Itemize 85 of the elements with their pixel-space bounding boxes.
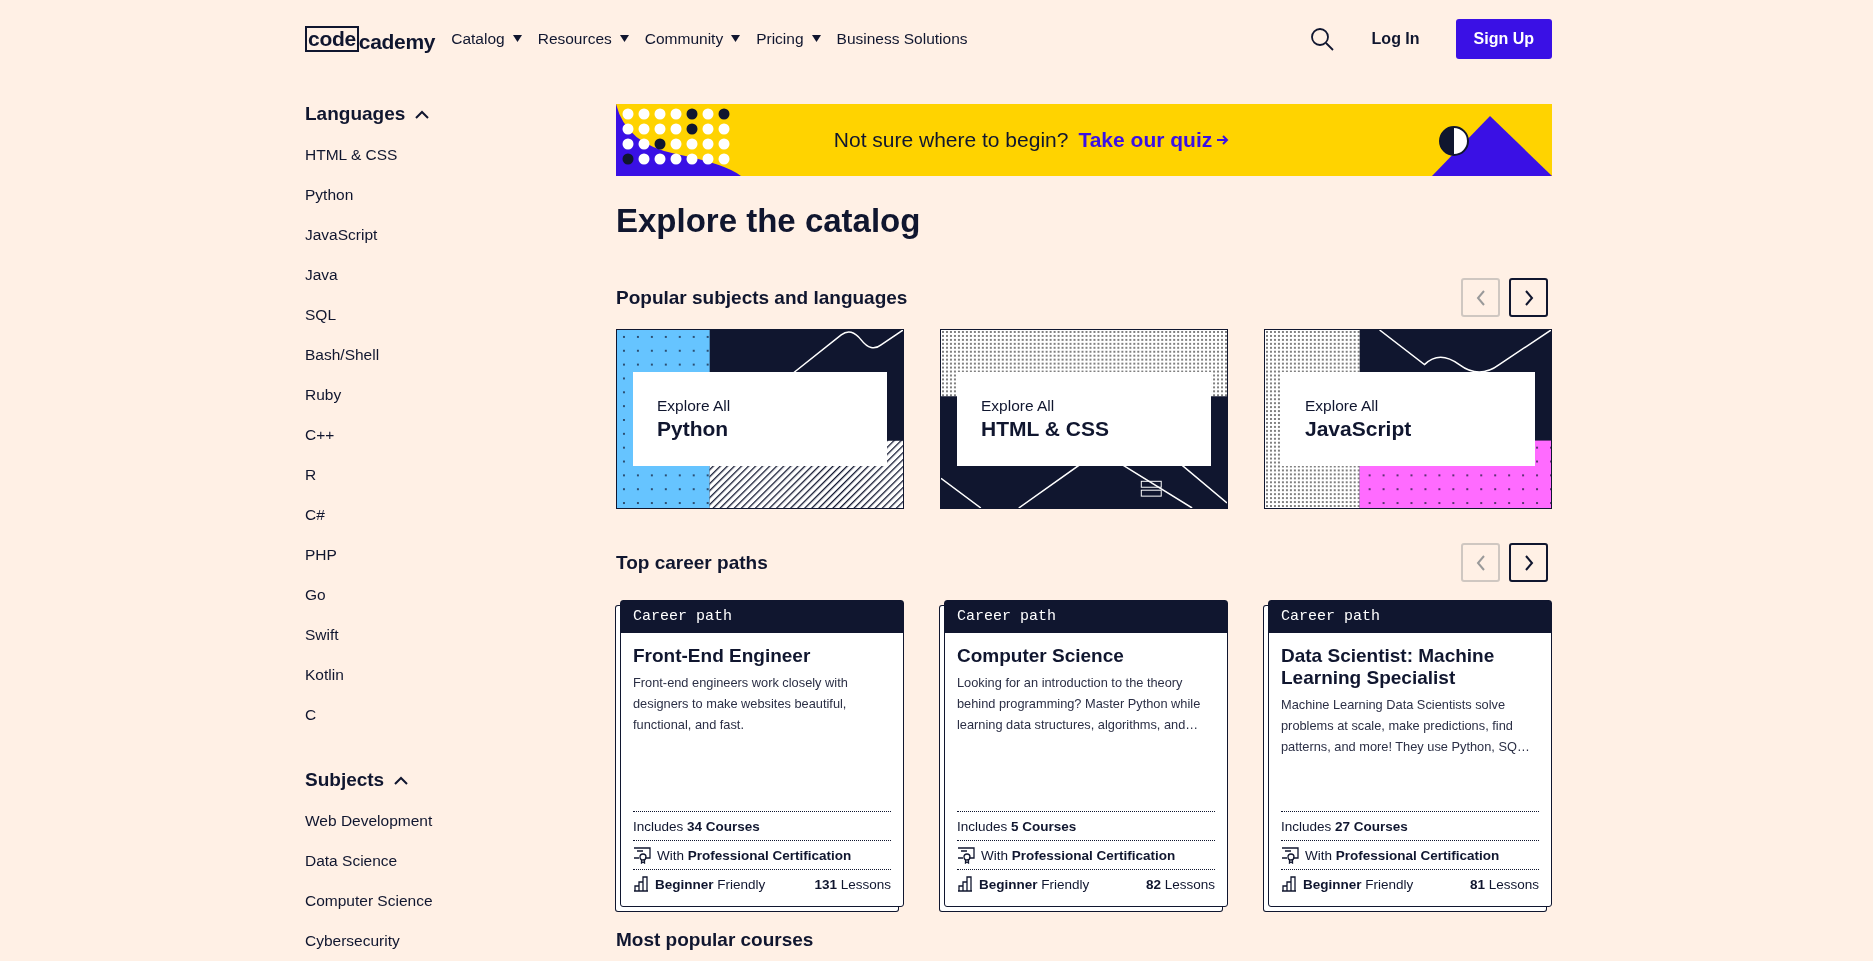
difficulty-text: Beginner Friendly: [655, 876, 766, 892]
signup-button[interactable]: Sign Up: [1455, 18, 1552, 59]
chevron-right-icon: [1523, 289, 1534, 306]
card-title: Python: [657, 417, 730, 441]
subject-card[interactable]: Explore All HTML & CSS: [940, 329, 1228, 509]
card-label: Career path: [1269, 601, 1551, 633]
sidebar-link[interactable]: R: [305, 455, 616, 495]
certification-text: With Professional Certification: [981, 847, 1176, 863]
lesson-count: 81 Lessons: [1469, 876, 1539, 892]
sidebar-link[interactable]: C: [305, 695, 616, 735]
card-description: Machine Learning Data Scientists solve problems at scale, make predictions, find patterns, and more! They use Python, SQ…: [1281, 696, 1531, 756]
chevron-icon[interactable]: [415, 109, 430, 119]
sidebar-link[interactable]: Go: [305, 575, 616, 615]
chevron-right-icon: [1523, 554, 1534, 571]
caret-icon: [811, 35, 821, 42]
certification-text: With Professional Certification: [1305, 847, 1500, 863]
quiz-link[interactable]: Take our quiz: [1078, 128, 1230, 152]
sidebar-link[interactable]: PHP: [305, 535, 616, 575]
caret-icon: [619, 35, 629, 42]
difficulty-text: Beginner Friendly: [979, 876, 1090, 892]
card-kicker: Explore All: [657, 397, 732, 415]
chevron-icon[interactable]: [394, 775, 409, 785]
chevron-left-icon: [1475, 289, 1486, 306]
card-title: Front-End Engineer: [633, 645, 812, 667]
sidebar-link[interactable]: Python: [305, 175, 616, 215]
lesson-count: 131 Lessons: [814, 876, 891, 892]
card-title: HTML & CSS: [981, 417, 1110, 441]
course-count: Includes 34 Courses: [633, 818, 760, 834]
sidebar-heading[interactable]: Subjects: [305, 769, 385, 791]
certification-text: With Professional Certification: [657, 847, 852, 863]
card-label: Career path: [945, 601, 1227, 633]
sidebar-link[interactable]: C++: [305, 415, 616, 455]
card-title: Computer Science: [957, 645, 1125, 667]
sidebar-link[interactable]: Ruby: [305, 375, 616, 415]
card-description: Front-end engineers work closely with designers to make websites beautiful, functional, and fast.: [633, 674, 849, 734]
next-button[interactable]: [1509, 543, 1548, 582]
bar-chart-icon: [1281, 876, 1297, 892]
subject-card[interactable]: Explore All Python: [616, 329, 904, 509]
banner-text: Not sure where to begin?: [833, 128, 1069, 152]
certificate-icon: [1281, 846, 1299, 864]
sidebar-link[interactable]: Web Development: [305, 801, 616, 841]
sidebar-link[interactable]: HTML & CSS: [305, 135, 616, 175]
sidebar-link[interactable]: Data Science: [305, 841, 616, 881]
sidebar-heading[interactable]: Languages: [305, 103, 406, 125]
difficulty-text: Beginner Friendly: [1303, 876, 1414, 892]
nav-link[interactable]: Business Solutions: [836, 29, 968, 48]
sidebar-link[interactable]: Java: [305, 255, 616, 295]
card-title: JavaScript: [1305, 417, 1413, 441]
certificate-icon: [633, 846, 651, 864]
sidebar-link[interactable]: Cybersecurity: [305, 921, 616, 961]
search-icon[interactable]: [1309, 26, 1334, 51]
sidebar-link[interactable]: Swift: [305, 615, 616, 655]
certificate-icon: [957, 846, 975, 864]
section-heading: Most popular courses: [616, 929, 815, 951]
next-button[interactable]: [1509, 278, 1548, 317]
section-heading: Popular subjects and languages: [616, 286, 908, 309]
arrow-icon: [1217, 135, 1230, 145]
card-kicker: Explore All: [981, 397, 1056, 415]
nav-link[interactable]: Community: [644, 29, 741, 48]
login-link[interactable]: Log In: [1371, 29, 1420, 48]
sidebar-link[interactable]: Kotlin: [305, 655, 616, 695]
card-label: Career path: [621, 601, 903, 633]
subject-card[interactable]: Explore All JavaScript: [1264, 329, 1552, 509]
card-description: Looking for an introduction to the theory behind programming? Master Python while learning data structures, algorithms, and…: [957, 674, 1202, 734]
nav-link[interactable]: Pricing: [756, 29, 821, 48]
caret-icon: [731, 35, 741, 42]
section-heading: Top career paths: [616, 551, 768, 574]
course-count: Includes 5 Courses: [957, 818, 1077, 834]
caret-icon: [512, 35, 522, 42]
sidebar-link[interactable]: Bash/Shell: [305, 335, 616, 375]
sidebar-link[interactable]: C#: [305, 495, 616, 535]
nav-link[interactable]: Resources: [537, 29, 629, 48]
sidebar-link[interactable]: Computer Science: [305, 881, 616, 921]
course-count: Includes 27 Courses: [1281, 818, 1408, 834]
page-title: Explore the catalog: [616, 202, 922, 240]
bar-chart-icon: [957, 876, 973, 892]
nav-link[interactable]: Catalog: [451, 29, 522, 48]
sidebar-link[interactable]: JavaScript: [305, 215, 616, 255]
logo-link[interactable]: codecademy: [305, 25, 436, 52]
chevron-left-icon: [1475, 554, 1486, 571]
sidebar-link[interactable]: SQL: [305, 295, 616, 335]
bar-chart-icon: [633, 876, 649, 892]
lesson-count: 82 Lessons: [1145, 876, 1215, 892]
card-kicker: Explore All: [1305, 397, 1380, 415]
card-title: Data Scientist: Machine Learning Specialist: [1281, 645, 1496, 689]
